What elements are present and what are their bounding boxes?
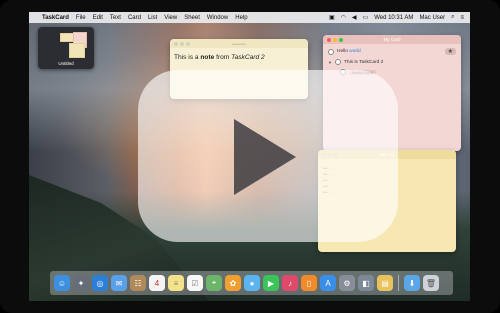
menu-bar: TaskCard File Edit Text Card List View S… xyxy=(29,12,470,23)
note-text-prefix: This is a xyxy=(174,54,201,61)
menu-sheet[interactable]: Sheet xyxy=(184,15,200,21)
star-icon[interactable]: ★ xyxy=(444,48,456,55)
reminders-icon[interactable]: ☑ xyxy=(187,275,203,291)
task-row[interactable]: Hello world ★ xyxy=(328,48,456,55)
user-menu[interactable]: Mac User xyxy=(419,15,445,21)
task-checkbox[interactable] xyxy=(334,59,341,65)
task-label-link[interactable]: world xyxy=(349,49,360,54)
menu-view[interactable]: View xyxy=(164,15,177,21)
menu-file[interactable]: File xyxy=(76,15,86,21)
preview-icon[interactable]: ◧ xyxy=(358,275,374,291)
list-icon[interactable]: ≡ xyxy=(460,15,464,21)
settings-icon[interactable]: ⚙ xyxy=(339,275,355,291)
dock: ☺ ✦ ◎ ✉ ☷ 4 ≡ ☑ ⌖ ✿ ● ▶ ♪ ▯ A ⚙ ◧ ▤ ⬇ 🗑 xyxy=(50,271,453,295)
notes-icon[interactable]: ≡ xyxy=(168,275,184,291)
books-icon[interactable]: ▯ xyxy=(301,275,317,291)
trash-icon[interactable]: 🗑 xyxy=(423,275,439,291)
photos-icon[interactable]: ✿ xyxy=(225,275,241,291)
menu-list[interactable]: List xyxy=(148,15,157,21)
downloads-icon[interactable]: ⬇ xyxy=(404,275,420,291)
music-icon[interactable]: ♪ xyxy=(282,275,298,291)
dock-separator xyxy=(398,275,399,291)
messages-icon[interactable]: ● xyxy=(244,275,260,291)
menu-help[interactable]: Help xyxy=(235,15,247,21)
launchpad-icon[interactable]: ✦ xyxy=(73,275,89,291)
mini-card xyxy=(69,43,85,58)
note-text-middle: from xyxy=(214,54,232,61)
facetime-icon[interactable]: ▶ xyxy=(263,275,279,291)
play-icon[interactable] xyxy=(234,119,296,195)
menu-edit[interactable]: Edit xyxy=(93,15,103,21)
status-icon[interactable]: ▣ xyxy=(329,14,335,21)
taskcard-icon[interactable]: ▤ xyxy=(377,275,393,291)
battery-icon[interactable]: ▭ xyxy=(363,14,369,21)
appstore-icon[interactable]: A xyxy=(320,275,336,291)
clock[interactable]: Wed 10:31 AM xyxy=(374,15,413,21)
desktop-screen: TaskCard File Edit Text Card List View S… xyxy=(29,12,470,301)
menu-card[interactable]: Card xyxy=(128,15,141,21)
finder-icon[interactable]: ☺ xyxy=(54,275,70,291)
contacts-icon[interactable]: ☷ xyxy=(130,275,146,291)
thumbnail-label: Untitled xyxy=(58,61,74,66)
note-text-italic: TaskCard 2 xyxy=(231,54,265,61)
maps-icon[interactable]: ⌖ xyxy=(206,275,222,291)
my-card-title: My Card xyxy=(383,37,401,42)
task-label-prefix: Hello xyxy=(337,49,350,54)
task-label: This is TaskCard 2 xyxy=(343,59,384,65)
my-card-titlebar: My Card xyxy=(323,35,461,44)
menu-text[interactable]: Text xyxy=(110,15,121,21)
note-title: ▬▬▬ xyxy=(232,41,246,46)
calendar-icon[interactable]: 4 xyxy=(149,275,165,291)
search-icon[interactable]: ⌕ xyxy=(451,14,454,21)
document-thumbnail[interactable]: Untitled xyxy=(38,27,94,69)
disclosure-triangle-icon[interactable]: ▼ xyxy=(328,60,332,65)
note-text[interactable]: This is a note from TaskCard 2 xyxy=(170,48,308,67)
video-frame: TaskCard File Edit Text Card List View S… xyxy=(0,0,500,313)
menu-window[interactable]: Window xyxy=(207,15,228,21)
note-titlebar: ▬▬▬ xyxy=(170,39,308,48)
task-checkbox[interactable] xyxy=(328,48,334,55)
volume-icon[interactable]: ◀ xyxy=(352,14,357,21)
wifi-icon[interactable]: ◠ xyxy=(341,14,346,21)
task-label: Hello world xyxy=(337,49,361,54)
mail-icon[interactable]: ✉ xyxy=(111,275,127,291)
safari-icon[interactable]: ◎ xyxy=(92,275,108,291)
mini-card xyxy=(60,33,74,42)
task-row[interactable]: ▼ This is TaskCard 2 xyxy=(328,59,456,65)
app-menu[interactable]: TaskCard xyxy=(42,15,69,21)
note-text-bold: note xyxy=(200,54,215,61)
